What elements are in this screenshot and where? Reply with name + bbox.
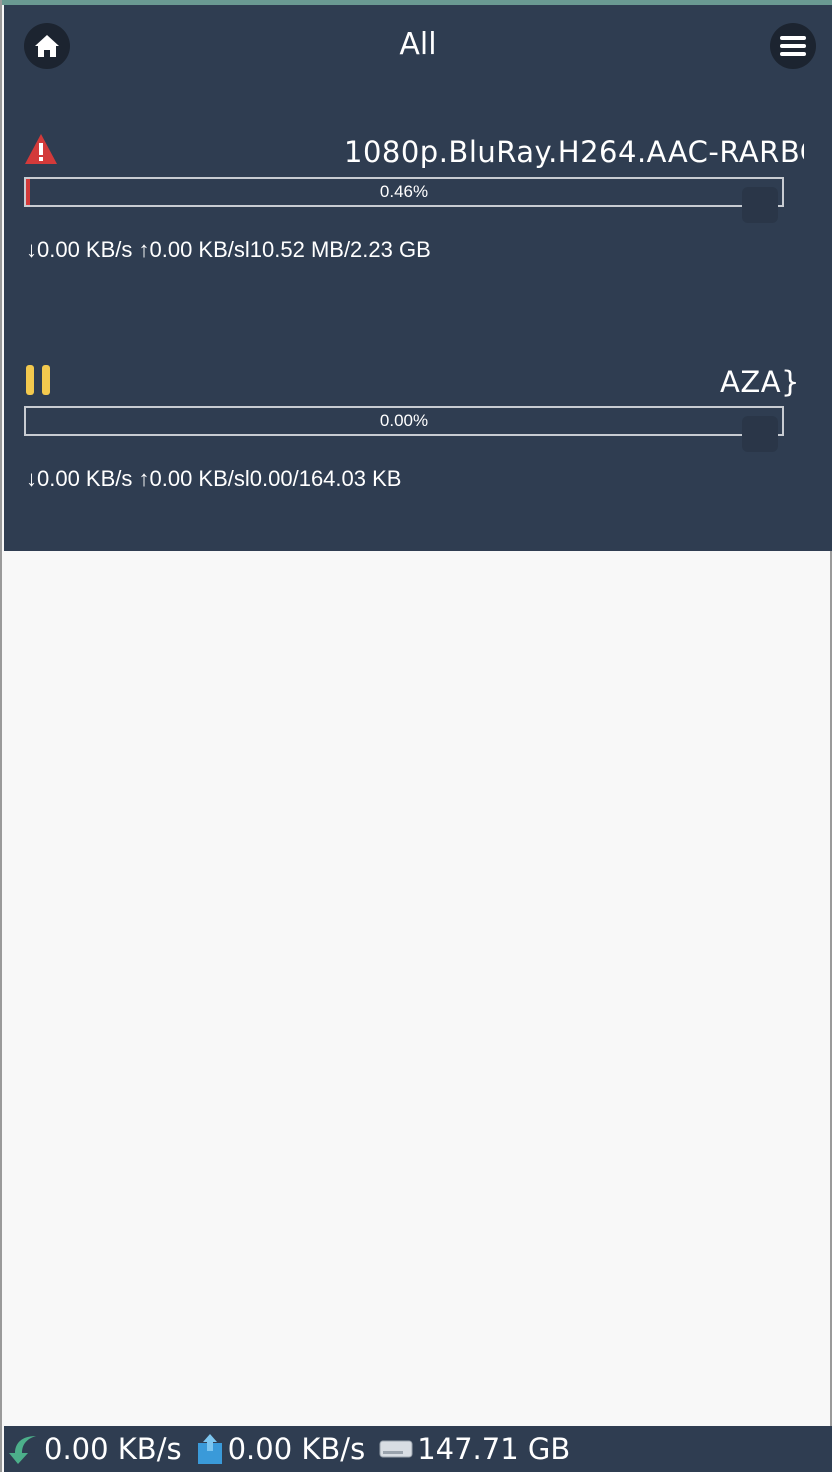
app-frame: All 1080p.BluRay.H264.AAC-RARBG 0.46% ↓0… [0,0,832,1472]
download-speed-indicator: 0.00 KB/s [8,1432,182,1466]
warning-triangle-icon [25,134,57,164]
status-footer: 0.00 KB/s 0.00 KB/s 147.71 GB [4,1426,832,1472]
download-arrow-icon [9,1436,36,1464]
menu-button[interactable] [770,23,816,69]
progress-label: 0.46% [379,182,429,201]
select-checkbox[interactable] [742,187,778,223]
torrent-name[interactable]: 1080p.BluRay.H264.AAC-RARBG [344,135,804,169]
upload-arrow-icon [197,1434,222,1464]
header-bar: All [4,5,832,85]
torrent-list: 1080p.BluRay.H264.AAC-RARBG 0.46% ↓0.00 … [4,85,832,551]
download-speed: 0.00 KB/s [44,1432,182,1466]
page-title: All [399,27,437,62]
torrent-progress-bar: 0.46% [24,177,784,207]
select-checkbox[interactable] [742,416,778,452]
torrent-stats: ↓0.00 KB/s ↑0.00 KB/sl0.00/164.03 KB [26,466,402,491]
pause-icon[interactable] [24,363,52,397]
progress-label: 0.00% [379,411,429,430]
hard-drive-icon [379,1440,413,1458]
free-space: 147.71 GB [417,1432,571,1466]
free-space-indicator: 147.71 GB [379,1432,570,1466]
upload-speed: 0.00 KB/s [227,1432,366,1466]
torrent-stats: ↓0.00 KB/s ↑0.00 KB/sl10.52 MB/2.23 GB [26,237,431,262]
torrent-name[interactable]: AZA} [702,365,800,399]
hamburger-menu-icon [780,36,806,56]
torrent-progress-bar: 0.00% [24,406,784,436]
upload-speed-indicator: 0.00 KB/s [196,1432,366,1466]
